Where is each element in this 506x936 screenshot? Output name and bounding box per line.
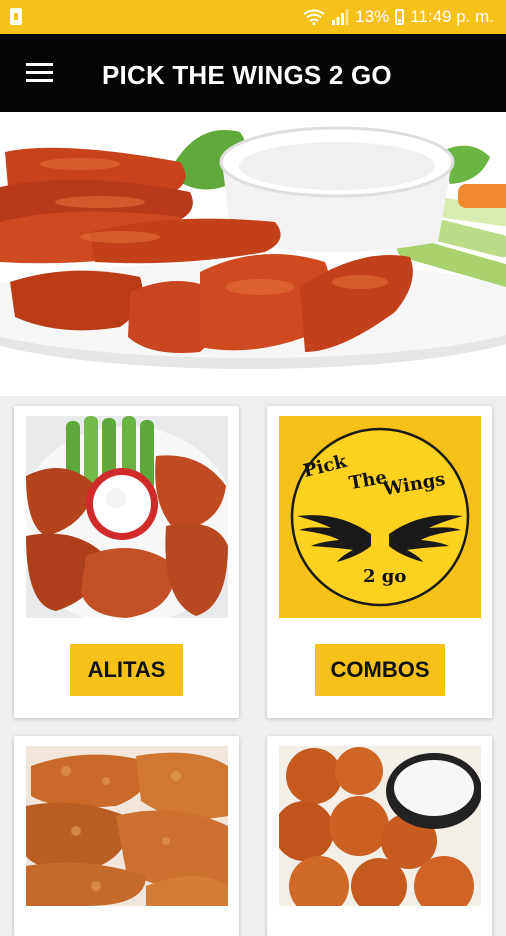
tenders-photo [26, 746, 228, 906]
category-image-alitas[interactable] [26, 416, 228, 618]
logo-line-4: 2 go [363, 566, 407, 587]
hamburger-menu-icon[interactable] [26, 63, 53, 83]
category-image-3[interactable] [26, 746, 228, 906]
logo-text: Pick The Wings 2 go [279, 416, 481, 618]
wings-with-dip-and-celery-photo [0, 112, 506, 396]
alitas-button[interactable]: ALITAS [70, 644, 183, 696]
category-image-4[interactable] [279, 746, 481, 906]
sim-alert-icon [10, 8, 22, 25]
category-card-4[interactable] [267, 736, 492, 936]
battery-icon [395, 9, 405, 25]
category-card-3[interactable] [14, 736, 239, 936]
clock: 11:49 p. m. [410, 7, 494, 26]
signal-icon [332, 9, 349, 25]
combos-button[interactable]: COMBOS [315, 644, 445, 696]
app-title: PICK THE WINGS 2 GO [102, 60, 392, 90]
category-card-combos[interactable]: Pick The Wings 2 go COMBOS [267, 406, 492, 718]
status-icons: 13% 11:49 p. m. [303, 7, 494, 27]
category-image-combos[interactable]: Pick The Wings 2 go [279, 416, 481, 618]
logo-line-3: Wings [381, 468, 447, 501]
category-card-alitas[interactable]: ALITAS [14, 406, 239, 718]
battery-percent: 13% [355, 7, 390, 26]
boneless-photo [279, 746, 481, 906]
alitas-photo [26, 416, 228, 618]
logo-line-1: Pick [301, 451, 349, 482]
hero-image [0, 112, 506, 396]
status-bar: 13% 11:49 p. m. [0, 0, 506, 34]
wifi-icon [303, 9, 325, 25]
app-bar: PICK THE WINGS 2 GO [0, 34, 506, 112]
